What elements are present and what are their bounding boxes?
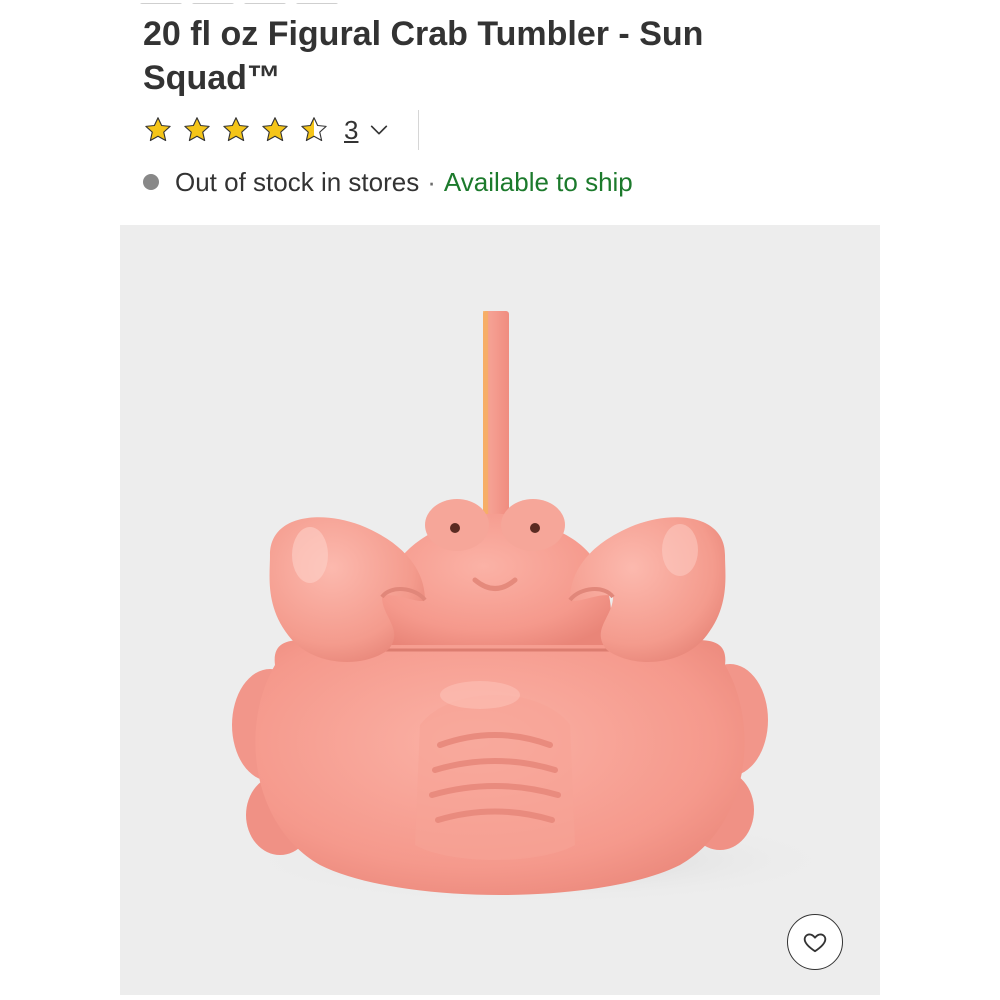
availability-separator: · (427, 166, 436, 197)
review-count-link[interactable]: 3 (344, 115, 358, 146)
star-full-icon (184, 117, 210, 142)
heart-icon (803, 933, 827, 953)
availability-row: Out of stock in stores · Available to sh… (143, 164, 633, 200)
chevron-down-icon[interactable] (368, 119, 390, 141)
star-full-icon (262, 117, 288, 142)
star-full-icon (223, 117, 249, 142)
star-full-icon (145, 117, 171, 142)
product-page: 20 fl oz Figural Crab Tumbler - Sun Squa… (0, 0, 1000, 1000)
store-availability: Out of stock in stores (175, 166, 420, 197)
divider (418, 110, 420, 150)
shipping-availability[interactable]: Available to ship (444, 167, 633, 198)
favorite-button[interactable] (787, 914, 843, 970)
status-dot-icon (143, 174, 159, 190)
crab-tumbler-image (232, 311, 840, 905)
star-half-icon (301, 117, 327, 142)
truncated-breadcrumb (140, 0, 400, 4)
rating-row: 3 (143, 110, 420, 150)
product-image-panel[interactable] (120, 225, 880, 995)
product-title: 20 fl oz Figural Crab Tumbler - Sun Squa… (143, 15, 704, 97)
star-rating[interactable] (143, 115, 338, 145)
